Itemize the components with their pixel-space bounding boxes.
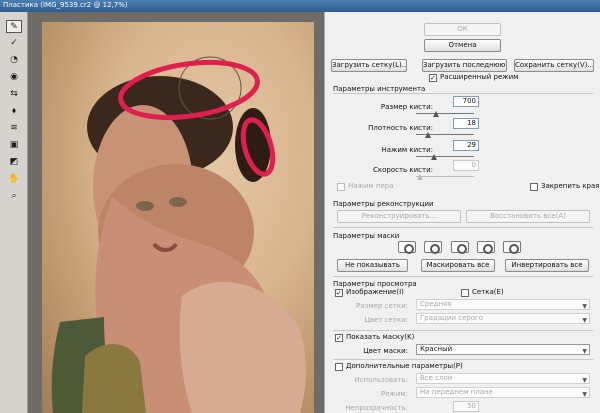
mesh-color-value: Градации серого	[420, 314, 484, 322]
pin-edges-checkbox[interactable]	[530, 183, 538, 191]
extra-params-label: Дополнительные параметры(P)	[346, 362, 463, 370]
mask-params-title: Параметры маски	[333, 232, 400, 240]
freeze-mask-tool-icon[interactable]: ▣	[6, 139, 22, 152]
brush-size-input[interactable]: 700	[453, 96, 479, 107]
divider	[333, 227, 593, 228]
mask-subtract-icon[interactable]	[451, 241, 469, 254]
bloat-tool-icon[interactable]: ◉	[6, 71, 22, 84]
brush-pressure-input[interactable]: 29	[453, 140, 479, 151]
invert-all-button[interactable]: Инвертировать все	[505, 259, 589, 272]
tool-palette: ✎ ✓ ◔ ◉ ⇆ ⬧ ≋ ▣ ◩ ✋ ⌕	[0, 12, 28, 413]
mode-value: На переднем плане	[420, 388, 493, 396]
window-title: Пластика (IMG_9539.cr2 @ 12,7%)	[0, 0, 600, 12]
load-last-mesh-button[interactable]: Загрузить последнюю сетку	[422, 59, 507, 72]
brush-density-input[interactable]: 18	[453, 118, 479, 129]
mask-add-icon[interactable]	[424, 241, 442, 254]
mesh-size-select[interactable]: Средняя ▼	[416, 299, 590, 310]
show-mask-label: Показать маску(K)	[346, 333, 415, 341]
brush-pressure-slider[interactable]	[416, 152, 474, 160]
hide-mask-button[interactable]: Не показывать	[337, 259, 408, 272]
mask-color-value: Красный	[420, 345, 453, 353]
use-select[interactable]: Все слои ▼	[416, 373, 590, 384]
mode-select[interactable]: На переднем плане ▼	[416, 387, 590, 398]
warp-tool-icon[interactable]: ✎	[6, 20, 22, 33]
hand-tool-icon[interactable]: ✋	[6, 173, 22, 186]
divider	[333, 330, 593, 331]
view-params-title: Параметры просмотра	[333, 280, 417, 288]
mask-all-button[interactable]: Маскировать все	[421, 259, 495, 272]
restore-all-button[interactable]: Восстановить все(A)	[466, 210, 590, 223]
chevron-down-icon: ▼	[582, 303, 587, 310]
reconstruct-button[interactable]: Реконструировать...	[337, 210, 461, 223]
brush-rate-slider[interactable]	[416, 172, 474, 180]
mask-replace-icon[interactable]	[398, 241, 416, 254]
stylus-pressure-label: Нажим пера	[348, 182, 394, 190]
thaw-mask-tool-icon[interactable]: ◩	[6, 156, 22, 169]
divider	[333, 359, 593, 360]
chevron-down-icon: ▼	[582, 348, 587, 355]
mask-color-label: Цвет маски:	[363, 347, 408, 355]
mesh-color-select[interactable]: Градации серого ▼	[416, 313, 590, 324]
use-value: Все слои	[420, 374, 453, 382]
opacity-input[interactable]: 50	[453, 401, 479, 412]
liquify-window: Пластика (IMG_9539.cr2 @ 12,7%) ✎ ✓ ◔ ◉ …	[0, 0, 600, 413]
reconstruct-tool-icon[interactable]: ✓	[6, 37, 22, 50]
image-canvas[interactable]	[28, 12, 324, 413]
portrait-illustration	[51, 56, 306, 413]
brush-rate-input[interactable]: 0	[453, 160, 479, 171]
chevron-down-icon: ▼	[582, 377, 587, 384]
portrait-photo	[42, 22, 314, 413]
mesh-color-label: Цвет сетки:	[364, 316, 408, 324]
turbulence-tool-icon[interactable]: ≋	[6, 122, 22, 135]
mask-intersect-icon[interactable]	[477, 241, 495, 254]
mask-invert-icon[interactable]	[503, 241, 521, 254]
liquify-options-panel: ОК Отмена Загрузить сетку(L)... Загрузит…	[324, 12, 600, 413]
stylus-pressure-checkbox[interactable]	[337, 183, 345, 191]
divider	[333, 276, 593, 277]
show-mesh-label: Сетка(E)	[472, 288, 504, 296]
brush-size-slider[interactable]	[416, 109, 474, 117]
advanced-mode-checkbox[interactable]: ✓	[429, 74, 437, 82]
push-left-tool-icon[interactable]: ⇆	[6, 88, 22, 101]
mask-color-select[interactable]: Красный ▼	[416, 344, 590, 355]
load-mesh-button[interactable]: Загрузить сетку(L)...	[331, 59, 407, 72]
ok-button[interactable]: ОК	[424, 23, 501, 36]
pucker-tool-icon[interactable]: ◔	[6, 54, 22, 67]
mesh-size-label: Размер сетки:	[356, 302, 408, 310]
show-mesh-checkbox[interactable]	[461, 289, 469, 297]
mesh-size-value: Средняя	[420, 300, 452, 308]
pin-edges-label: Закрепить края	[541, 182, 600, 190]
tool-params-title: Параметры инструмента	[333, 85, 426, 93]
brush-density-slider[interactable]	[416, 130, 474, 138]
show-mask-checkbox[interactable]: ✓	[335, 334, 343, 342]
cancel-button[interactable]: Отмена	[424, 39, 501, 52]
opacity-label: Непрозрачность:	[345, 404, 408, 412]
chevron-down-icon: ▼	[582, 317, 587, 324]
advanced-mode-label: Расширенный режим	[440, 73, 519, 81]
extra-params-checkbox[interactable]	[335, 363, 343, 371]
mirror-tool-icon[interactable]: ⬧	[6, 105, 22, 118]
use-label: Использовать:	[354, 376, 408, 384]
save-mesh-button[interactable]: Сохранить сетку(V)...	[514, 59, 594, 72]
mode-label: Режим:	[380, 390, 408, 398]
zoom-tool-icon[interactable]: ⌕	[6, 190, 22, 203]
chevron-down-icon: ▼	[582, 391, 587, 398]
divider	[333, 93, 593, 94]
reconstruct-params-title: Параметры реконструкции	[333, 200, 434, 208]
show-image-label: Изображение(I)	[346, 288, 404, 296]
show-image-checkbox[interactable]: ✓	[335, 289, 343, 297]
